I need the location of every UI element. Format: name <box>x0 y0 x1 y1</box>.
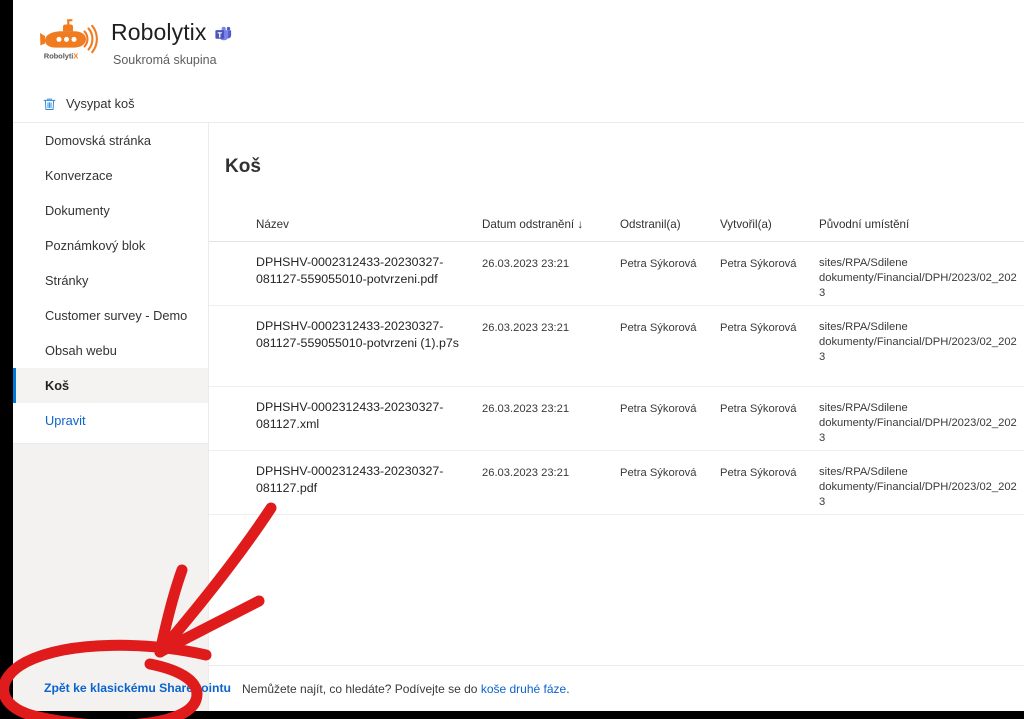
sidebar-item-customer-survey-demo[interactable]: Customer survey - Demo <box>13 298 208 333</box>
row-original-location: sites/RPA/Sdilene dokumenty/Financial/DP… <box>819 402 1017 444</box>
sidebar-item-conversations[interactable]: Konverzace <box>13 158 208 193</box>
site-header: RobolytiX Robolytix Soukromá skupina <box>13 0 1024 86</box>
row-deleted-by: Petra Sýkorová <box>620 403 697 415</box>
main-footer: Nemůžete najít, co hledáte? Podívejte se… <box>209 665 1024 711</box>
row-file-name[interactable]: DPHSHV-0002312433-20230327-081127.xml <box>256 387 482 433</box>
row-original-location: sites/RPA/Sdilene dokumenty/Financial/DP… <box>819 257 1017 299</box>
sidebar-nav-list: Domovská stránka Konverzace Dokumenty Po… <box>13 123 208 438</box>
sidebar-item-edit[interactable]: Upravit <box>13 403 208 438</box>
row-file-icon-cell <box>209 242 256 274</box>
row-deleted-by: Petra Sýkorová <box>620 322 697 334</box>
recycle-bin-table: Název Datum odstranění ↓ Odstranil(a) Vy… <box>209 208 1024 515</box>
main-content: Koš Název Datum odstranění ↓ Odstranil(a… <box>209 122 1024 711</box>
table-header-row: Název Datum odstranění ↓ Odstranil(a) Vy… <box>209 208 1024 242</box>
table-row[interactable]: DPHSHV-0002312433-20230327-081127.pdf 26… <box>209 451 1024 515</box>
sidebar-item-site-contents[interactable]: Obsah webu <box>13 333 208 368</box>
column-header-original-location[interactable]: Původní umístění <box>819 217 1024 232</box>
column-header-file-icon <box>209 217 256 232</box>
robolytix-logo: RobolytiX <box>37 15 99 67</box>
row-deleted-by: Petra Sýkorová <box>620 467 697 479</box>
row-deleted-date: 26.03.2023 23:21 <box>482 322 570 334</box>
column-header-deleted-date[interactable]: Datum odstranění ↓ <box>482 217 620 232</box>
svg-text:RobolytiX: RobolytiX <box>44 52 79 61</box>
row-deleted-date: 26.03.2023 23:21 <box>482 258 570 270</box>
second-stage-bin-link[interactable]: koše druhé fáze <box>481 682 566 696</box>
row-file-name[interactable]: DPHSHV-0002312433-20230327-081127-559055… <box>256 306 482 352</box>
empty-recycle-bin-button[interactable]: Vysypat koš <box>38 90 141 118</box>
trash-icon <box>43 98 56 110</box>
second-stage-bin-note-prefix: Nemůžete najít, co hledáte? Podívejte se… <box>242 681 481 696</box>
row-created-by: Petra Sýkorová <box>720 258 797 270</box>
empty-recycle-bin-label: Vysypat koš <box>66 96 135 111</box>
row-created-by: Petra Sýkorová <box>720 467 797 479</box>
row-deleted-date: 26.03.2023 23:21 <box>482 403 570 415</box>
sidebar-item-notebook[interactable]: Poznámkový blok <box>13 228 208 263</box>
row-created-by: Petra Sýkorová <box>720 403 797 415</box>
sidebar-item-label: Poznámkový blok <box>45 237 146 253</box>
page-site-title: Robolytix <box>111 19 207 45</box>
sidebar-item-label: Dokumenty <box>45 202 110 218</box>
row-file-name[interactable]: DPHSHV-0002312433-20230327-081127-559055… <box>256 242 482 288</box>
column-header-deleted-date-label: Datum odstranění <box>482 218 575 231</box>
row-file-icon-cell <box>209 387 256 419</box>
second-stage-bin-note: Nemůžete najít, co hledáte? Podívejte se… <box>242 681 570 697</box>
column-header-created-by[interactable]: Vytvořil(a) <box>720 217 819 232</box>
column-header-name[interactable]: Název <box>256 217 482 232</box>
screenshot-root: RobolytiX Robolytix Soukromá skupina Vys… <box>0 0 1024 719</box>
row-original-location: sites/RPA/Sdilene dokumenty/Financial/DP… <box>819 321 1017 363</box>
sidebar-nav: Domovská stránka Konverzace Dokumenty Po… <box>13 122 231 711</box>
table-row[interactable]: DPHSHV-0002312433-20230327-081127.xml 26… <box>209 387 1024 451</box>
table-row[interactable]: DPHSHV-0002312433-20230327-081127-559055… <box>209 242 1024 306</box>
sidebar-item-label: Obsah webu <box>45 342 117 358</box>
column-header-deleted-by[interactable]: Odstranil(a) <box>620 217 720 232</box>
sidebar-item-recycle-bin[interactable]: Koš <box>13 368 208 403</box>
classic-sharepoint-link[interactable]: Zpět ke klasickému SharePointu <box>44 680 231 696</box>
teams-icon <box>214 26 231 40</box>
sidebar-item-label: Koš <box>45 377 70 393</box>
classic-sharepoint-link-container: Zpět ke klasickému SharePointu <box>13 665 231 711</box>
sidebar-item-home[interactable]: Domovská stránka <box>13 123 208 158</box>
sidebar-item-pages[interactable]: Stránky <box>13 263 208 298</box>
row-file-icon-cell <box>209 451 256 483</box>
sidebar-item-label: Customer survey - Demo <box>45 307 188 323</box>
sidebar-item-label: Domovská stránka <box>45 132 151 148</box>
row-created-by: Petra Sýkorová <box>720 322 797 334</box>
site-subtitle: Soukromá skupina <box>113 53 217 67</box>
row-file-name[interactable]: DPHSHV-0002312433-20230327-081127.pdf <box>256 451 482 497</box>
page-title: Koš <box>225 156 261 177</box>
row-file-icon-cell <box>209 306 256 338</box>
sort-descending-icon: ↓ <box>577 218 584 231</box>
second-stage-bin-note-suffix: . <box>566 681 570 696</box>
sidebar-item-label: Konverzace <box>45 167 113 183</box>
command-bar: Vysypat koš <box>13 86 1024 122</box>
sidebar-item-documents[interactable]: Dokumenty <box>13 193 208 228</box>
sidebar-item-label: Stránky <box>45 272 89 288</box>
row-original-location: sites/RPA/Sdilene dokumenty/Financial/DP… <box>819 466 1017 508</box>
sidebar-item-label: Upravit <box>45 412 86 428</box>
site-title-row: Robolytix <box>111 18 232 46</box>
row-deleted-date: 26.03.2023 23:21 <box>482 467 570 479</box>
table-row[interactable]: DPHSHV-0002312433-20230327-081127-559055… <box>209 306 1024 387</box>
row-deleted-by: Petra Sýkorová <box>620 258 697 270</box>
page-canvas: RobolytiX Robolytix Soukromá skupina Vys… <box>13 0 1024 711</box>
